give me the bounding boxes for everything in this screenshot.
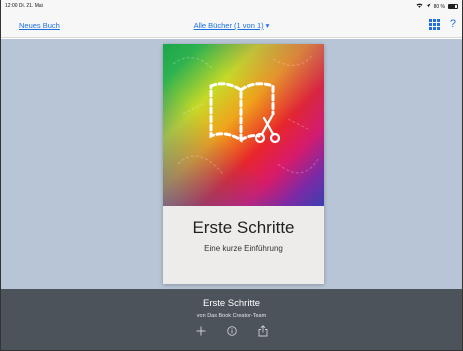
status-indicators: 80 % — [416, 3, 458, 10]
ipad-screen: 12:00 Di. 21. Mai 80 % Neues Buch Alle B… — [0, 0, 463, 351]
battery-percent: 80 % — [433, 3, 445, 10]
book-author: von Das Book Creator-Team — [196, 313, 267, 319]
cover-artwork — [163, 44, 324, 206]
chevron-down-icon: ▾ — [265, 21, 270, 30]
plus-icon[interactable] — [195, 325, 207, 337]
bookshelf-canvas: Erste Schritte Eine kurze Einführung — [1, 39, 462, 289]
info-icon[interactable] — [226, 325, 238, 337]
share-icon[interactable] — [257, 325, 269, 337]
book-actions — [1, 325, 462, 337]
battery-icon — [448, 4, 458, 9]
cover-text-panel: Erste Schritte Eine kurze Einführung — [163, 206, 324, 284]
navigation-bar: Neues Buch Alle Bücher (1 von 1) ▾ ? — [1, 12, 462, 38]
book-cover[interactable]: Erste Schritte Eine kurze Einführung — [163, 44, 324, 284]
all-books-title: Alle Bücher (1 von 1) — [193, 21, 264, 30]
cover-title: Erste Schritte — [192, 218, 295, 237]
help-button[interactable]: ? — [450, 18, 456, 30]
book-title: Erste Schritte — [202, 298, 261, 309]
all-books-dropdown[interactable]: Alle Bücher (1 von 1) ▾ — [1, 21, 462, 30]
book-creator-logo-icon — [172, 53, 319, 175]
battery-level — [449, 5, 456, 8]
cover-subtitle: Eine kurze Einführung — [204, 244, 283, 253]
location-icon — [426, 3, 431, 10]
wifi-icon — [416, 3, 423, 10]
status-time: 12:00 Di. 21. Mai — [5, 3, 43, 9]
book-info-bar: Erste Schritte von Das Book Creator-Team — [1, 289, 462, 350]
status-bar: 12:00 Di. 21. Mai 80 % — [1, 0, 462, 12]
grid-view-icon[interactable] — [429, 19, 440, 30]
